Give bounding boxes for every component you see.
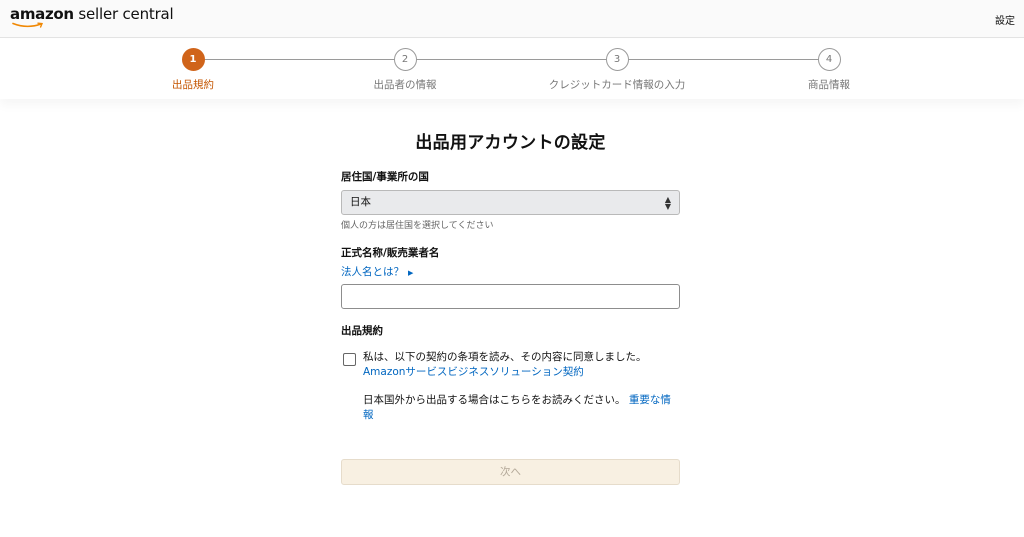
amazon-smile-icon: [12, 22, 44, 28]
step-number: 1: [181, 48, 205, 71]
progress-stepper: 1 出品規約 2 出品者の情報 3 クレジットカード情報の入力 4 商品情報: [0, 39, 1024, 99]
logo-product: seller central: [73, 5, 174, 23]
step-label: 出品者の情報: [373, 79, 437, 91]
business-name-label: 正式名称/販売業者名: [341, 247, 440, 259]
step-number: 4: [817, 48, 841, 71]
logo-brand: amazon: [10, 5, 74, 23]
country-select[interactable]: 日本 ▲ ▼: [341, 190, 680, 215]
country-selected-value: 日本: [350, 196, 371, 208]
step-number: 3: [605, 48, 629, 71]
step-label: 商品情報: [808, 79, 850, 91]
terms-checkbox[interactable]: [343, 353, 356, 366]
country-label: 居住国/事業所の国: [341, 171, 429, 183]
overseas-note-text: 日本国外から出品する場合はこちらをお読みください。: [363, 394, 626, 406]
page-title: 出品用アカウントの設定: [415, 133, 606, 153]
overseas-seller-note: 日本国外から出品する場合はこちらをお読みください。 重要な情報: [341, 393, 680, 423]
step-3: 3 クレジットカード情報の入力: [537, 48, 697, 92]
business-solutions-agreement-link[interactable]: Amazonサービスビジネスソリューション契約: [363, 365, 680, 380]
account-setup-form: 出品用アカウントの設定 居住国/事業所の国 日本 ▲ ▼ 個人の方は居住国を選択し…: [341, 128, 680, 485]
country-hint: 個人の方は居住国を選択してください: [341, 221, 494, 231]
terms-label: 出品規約: [341, 325, 383, 337]
select-arrows-icon: ▲ ▼: [664, 195, 671, 211]
step-1: 1 出品規約: [113, 48, 273, 92]
amazon-seller-central-logo[interactable]: amazon seller central: [10, 5, 174, 28]
step-label: 出品規約: [172, 79, 214, 91]
top-bar: amazon seller central 設定: [0, 0, 1024, 38]
step-label: クレジットカード情報の入力: [548, 79, 686, 91]
step-2: 2 出品者の情報: [325, 48, 485, 92]
chevron-right-icon: ▶: [408, 269, 414, 277]
terms-checkbox-text: 私は、以下の契約の条項を読み、その内容に同意しました。: [363, 351, 647, 363]
business-name-input[interactable]: [341, 284, 680, 309]
settings-link[interactable]: 設定: [995, 12, 1015, 27]
business-name-help-link[interactable]: 法人名とは？ ▶: [341, 264, 413, 279]
business-name-help-text: 法人名とは？: [341, 266, 404, 278]
step-number: 2: [393, 48, 417, 71]
next-button[interactable]: 次へ: [341, 459, 680, 485]
terms-agreement: 私は、以下の契約の条項を読み、その内容に同意しました。 Amazonサービスビジ…: [341, 350, 680, 380]
step-4: 4 商品情報: [749, 48, 909, 92]
